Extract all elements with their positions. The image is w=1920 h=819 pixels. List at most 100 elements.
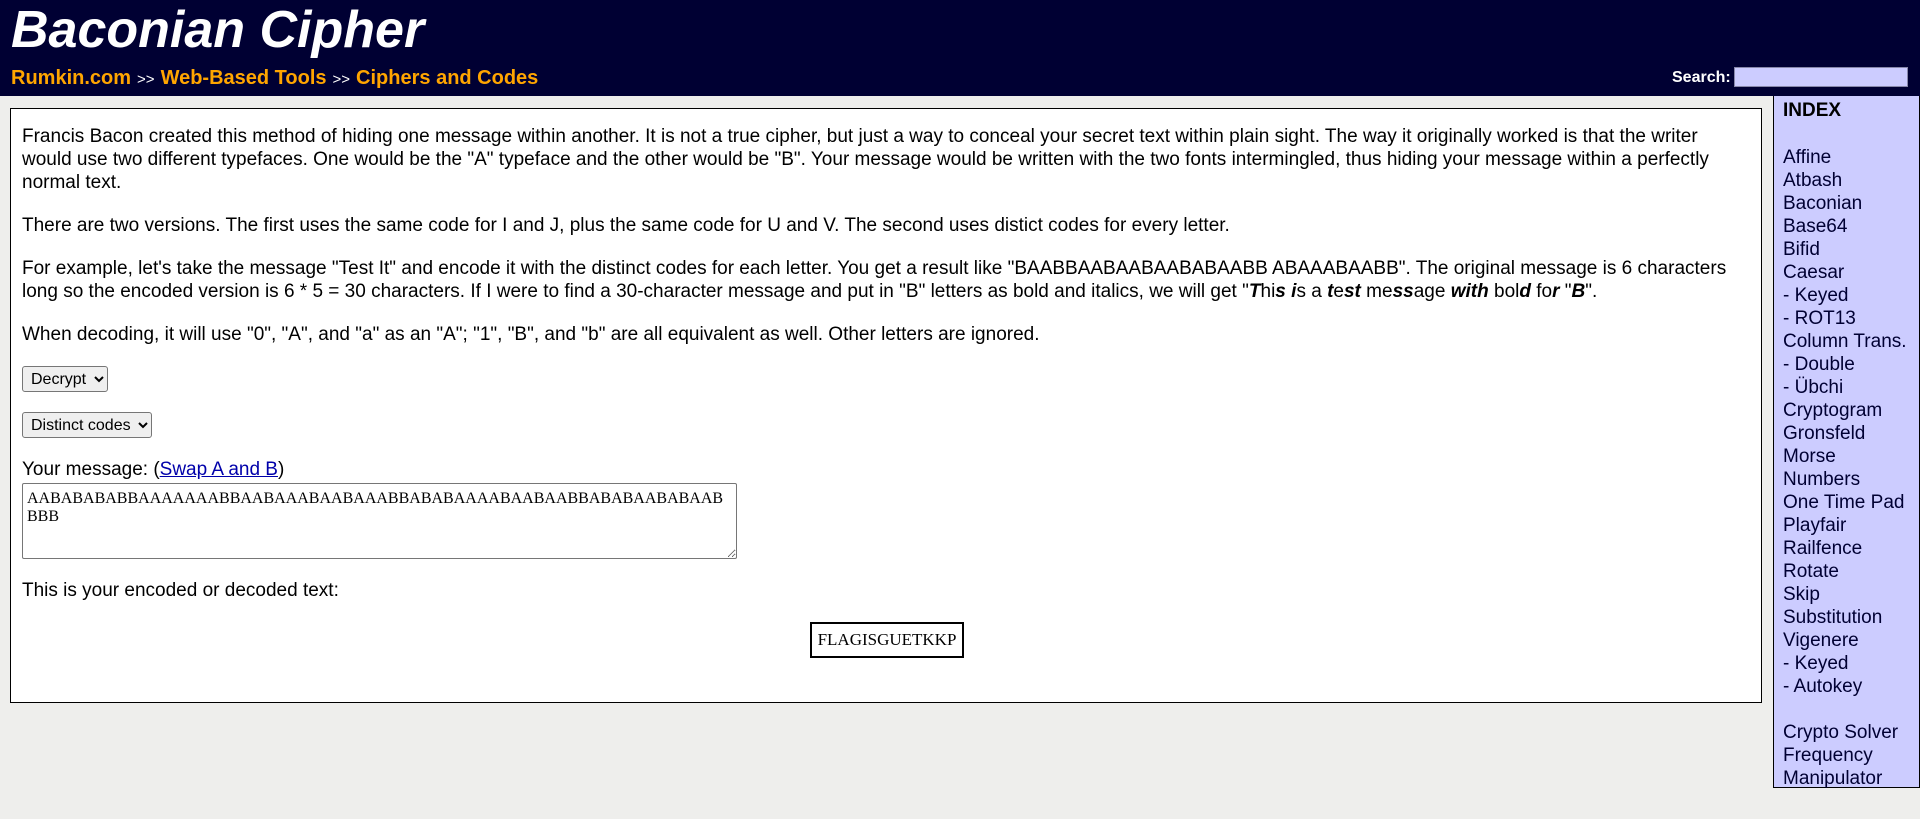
message-label-close: ): [277, 459, 285, 480]
example-segment: with: [1450, 281, 1489, 302]
example-segment: me: [1360, 281, 1393, 302]
example-segment: a: [1305, 281, 1328, 302]
index-link-manipulator[interactable]: Manipulator: [1783, 768, 1882, 789]
index-link-baconian[interactable]: Baconian: [1783, 193, 1862, 214]
decoding-paragraph: When decoding, it will use "0", "A", and…: [22, 324, 1040, 345]
index-link-skip[interactable]: Skip: [1783, 584, 1820, 605]
example-segment: bol: [1488, 281, 1520, 302]
mode-select[interactable]: Decrypt: [22, 366, 108, 392]
page-header: Baconian Cipher Rumkin.com >> Web-Based To…: [0, 0, 1920, 96]
index-link-double[interactable]: - Double: [1783, 354, 1855, 375]
index-link-atbash[interactable]: Atbash: [1783, 170, 1842, 191]
index-link-vigenere[interactable]: Vigenere: [1783, 630, 1859, 651]
index-link-frequency[interactable]: Frequency: [1783, 745, 1873, 766]
index-link-one-time-pad[interactable]: One Time Pad: [1783, 492, 1904, 513]
index-link-morse[interactable]: Morse: [1783, 446, 1836, 467]
index-item: Baconian: [1783, 192, 1919, 215]
breadcrumb-separator: >>: [137, 71, 155, 88]
example-segment: fo: [1530, 281, 1553, 302]
example-segment: h: [1260, 281, 1272, 302]
example-paragraph: For example, let's take the message "Tes…: [22, 257, 1750, 303]
index-item: Substitution: [1783, 606, 1919, 629]
index-item: Rotate: [1783, 560, 1919, 583]
example-encoded-text: This is a test message with bold for "B: [1249, 281, 1585, 302]
index-item: Frequency: [1783, 744, 1919, 767]
index-list: Crypto Solver Frequency Manipulator: [1783, 721, 1919, 790]
message-input[interactable]: AABABABABBAAAAAAABBAABAAABAABAAABBABABAA…: [22, 483, 737, 559]
example-segment: ss: [1392, 281, 1414, 302]
index-link-cryptogram[interactable]: Cryptogram: [1783, 400, 1882, 421]
index-link-affine[interactable]: Affine: [1783, 147, 1831, 168]
index-item: - ROT13: [1783, 307, 1919, 330]
index-item: Caesar: [1783, 261, 1919, 284]
example-segment: ": [1559, 281, 1572, 302]
example-segment: st: [1343, 281, 1361, 302]
example-text-end: ".: [1585, 281, 1598, 302]
index-link-railfence[interactable]: Railfence: [1783, 538, 1862, 559]
example-segment: a: [1413, 281, 1425, 302]
breadcrumb-rumkin[interactable]: Rumkin.com: [11, 67, 131, 89]
message-label: Your message: (Swap A and B): [22, 458, 1750, 481]
index-item: Gronsfeld: [1783, 422, 1919, 445]
index-link-crypto-solver[interactable]: Crypto Solver: [1783, 722, 1898, 743]
index-link-keyed[interactable]: - Keyed: [1783, 653, 1848, 674]
index-link-substitution[interactable]: Substitution: [1783, 607, 1882, 628]
index-title: INDEX: [1783, 100, 1842, 121]
index-item: - Keyed: [1783, 284, 1919, 307]
index-item: Cryptogram: [1783, 399, 1919, 422]
index-item: Numbers: [1783, 468, 1919, 491]
index-link-autokey[interactable]: - Autokey: [1783, 676, 1862, 697]
index-item: Playfair: [1783, 514, 1919, 537]
index-link-rot13[interactable]: - ROT13: [1783, 308, 1856, 329]
index-item: - Double: [1783, 353, 1919, 376]
intro-paragraph: Francis Bacon created this method of hid…: [22, 126, 1709, 193]
versions-paragraph: There are two versions. The first uses t…: [22, 215, 1230, 236]
example-segment: s: [1296, 281, 1306, 302]
page-title: Baconian Cipher: [11, 1, 425, 59]
index-link-numbers[interactable]: Numbers: [1783, 469, 1860, 490]
index-sidebar: INDEX Affine Atbash Baconian Base64 Bifid Cae…: [1773, 96, 1920, 790]
index-link-gronsfeld[interactable]: Gronsfeld: [1783, 423, 1865, 444]
index-item: Column Trans.: [1783, 330, 1919, 353]
index-link-rotate[interactable]: Rotate: [1783, 561, 1839, 582]
index-item: Vigenere: [1783, 629, 1919, 652]
breadcrumb-web-tools[interactable]: Web-Based Tools: [161, 67, 327, 89]
example-segment: B: [1571, 281, 1586, 302]
index-link-column-trans[interactable]: Column Trans.: [1783, 331, 1907, 352]
search-input[interactable]: [1734, 67, 1908, 87]
index-link-caesar[interactable]: Caesar: [1783, 262, 1844, 283]
index-item: One Time Pad: [1783, 491, 1919, 514]
index-item: Bifid: [1783, 238, 1919, 261]
example-segment: g: [1424, 281, 1435, 302]
example-segment: d: [1519, 281, 1531, 302]
search-label: Search:: [1672, 69, 1731, 86]
index-item: Manipulator: [1783, 767, 1919, 790]
example-segment: s: [1275, 281, 1286, 302]
example-segment: r: [1552, 281, 1560, 302]
breadcrumb-separator: >>: [332, 71, 351, 88]
result-label: This is your encoded or decoded text:: [22, 580, 339, 601]
index-link-bifid[interactable]: Bifid: [1783, 239, 1820, 260]
index-item: Morse: [1783, 445, 1919, 468]
result-output: FLAGISGUETKKP: [809, 622, 965, 658]
index-item: Affine: [1783, 146, 1919, 169]
breadcrumb-ciphers[interactable]: Ciphers and Codes: [356, 67, 538, 89]
swap-a-b-link[interactable]: Swap A and B: [160, 459, 278, 480]
index-item: Crypto Solver: [1783, 721, 1919, 744]
message-label-text: Your message: (: [22, 459, 160, 480]
example-segment: T: [1248, 281, 1261, 302]
codes-select[interactable]: Distinct codes: [22, 412, 152, 438]
example-segment: e: [1333, 281, 1344, 302]
index-link-base64[interactable]: Base64: [1783, 216, 1847, 237]
index-item: Railfence: [1783, 537, 1919, 560]
index-item: Atbash: [1783, 169, 1919, 192]
index-link-keyed[interactable]: - Keyed: [1783, 285, 1848, 306]
result-wrapper: FLAGISGUETKKP: [22, 622, 1752, 658]
breadcrumb: Rumkin.com >> Web-Based Tools >> Ciphers and…: [11, 66, 538, 92]
index-item: - Übchi: [1783, 376, 1919, 399]
index-link-bchi[interactable]: - Übchi: [1783, 377, 1843, 398]
main-content: Francis Bacon created this method of hid…: [10, 108, 1762, 703]
index-item: Skip: [1783, 583, 1919, 606]
index-link-playfair[interactable]: Playfair: [1783, 515, 1846, 536]
